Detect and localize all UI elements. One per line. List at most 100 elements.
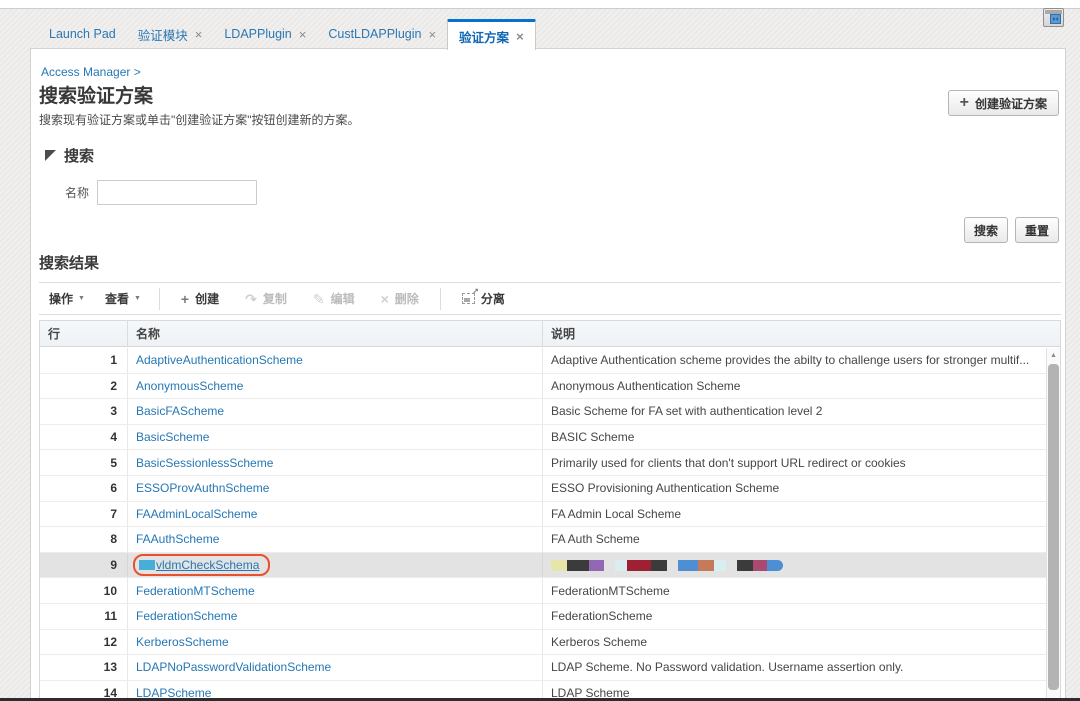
redaction-block <box>767 559 783 571</box>
chevron-down-icon: ▼ <box>78 295 85 302</box>
reset-button[interactable]: 重置 <box>1014 217 1059 243</box>
scheme-name-link[interactable]: FederationScheme <box>136 609 237 623</box>
scheme-name-link[interactable]: FAAuthScheme <box>136 532 219 546</box>
chevron-down-icon: ▼ <box>133 295 141 302</box>
tab-auth-schemes[interactable]: 验证方案 × <box>447 19 536 50</box>
name-wrap: BasicSessionlessScheme <box>136 456 273 470</box>
name-cell: vldmCheckSchema <box>128 552 543 578</box>
table-header-row: 行 名称 说明 <box>40 321 1060 347</box>
row-number: 5 <box>40 450 128 475</box>
name-cell: BasicScheme <box>128 424 543 450</box>
close-tab-icon[interactable]: × <box>195 28 203 41</box>
tab-label: CustLDAPPlugin <box>328 27 422 41</box>
tab-ldapplugin[interactable]: LDAPPlugin × <box>213 19 317 49</box>
scheme-name-link[interactable]: LDAPNoPasswordValidationScheme <box>136 660 331 674</box>
window-icon-glyph <box>1050 14 1061 24</box>
scrollbar-thumb[interactable] <box>1048 364 1059 690</box>
search-section-header[interactable]: 搜索 <box>45 145 94 166</box>
duplicate-icon: ↷ <box>245 290 257 307</box>
name-wrap: AdaptiveAuthenticationScheme <box>136 353 303 367</box>
redaction-block <box>627 559 651 571</box>
delete-button: × 删除 <box>368 290 432 307</box>
name-cell: LDAPNoPasswordValidationScheme <box>128 655 543 680</box>
scheme-name-link[interactable]: FAAdminLocalScheme <box>136 507 257 521</box>
name-wrap: AnonymousScheme <box>136 379 243 393</box>
table-row[interactable]: 2 AnonymousScheme Anonymous Authentication… <box>40 373 1060 400</box>
row-number: 11 <box>40 603 128 629</box>
redaction-block-group <box>551 559 604 571</box>
new-window-icon[interactable] <box>1043 8 1064 27</box>
vertical-scrollbar[interactable]: ▲ <box>1046 348 1060 701</box>
view-menu-label: 查看 <box>104 292 129 306</box>
search-results-title: 搜索结果 <box>39 255 100 272</box>
create-button[interactable]: + 创建 <box>168 290 232 307</box>
scroll-up-icon[interactable]: ▲ <box>1047 348 1060 363</box>
create-auth-scheme-button[interactable]: + 创建验证方案 <box>947 90 1059 116</box>
table-row[interactable]: 13 LDAPNoPasswordValidationScheme LDAP Sch… <box>40 655 1060 681</box>
redaction-block <box>698 559 714 571</box>
tab-label: 验证方案 <box>459 30 510 45</box>
scheme-description: FA Admin Local Scheme <box>551 506 682 521</box>
table-row[interactable]: 6 ESSOProvAuthnScheme ESSO Provisioning Au… <box>40 475 1060 502</box>
table-row[interactable]: 1 AdaptiveAuthenticationScheme Adaptive Au… <box>40 348 1060 374</box>
table-row[interactable]: 11 FederationScheme FederationScheme <box>40 603 1060 630</box>
name-input[interactable] <box>97 180 258 205</box>
scheme-description: Basic Scheme for FA set with authenticat… <box>551 404 823 419</box>
redaction-block <box>714 559 726 571</box>
redaction-block <box>651 559 667 571</box>
redaction-block-group <box>737 559 783 571</box>
results-table: 行 名称 说明 1 AdaptiveAuthenticationScheme Ada… <box>39 320 1061 701</box>
name-wrap: BasicScheme <box>136 430 209 444</box>
name-cell: BasicFAScheme <box>128 399 543 424</box>
scheme-name-link[interactable]: KerberosScheme <box>136 635 229 649</box>
table-row[interactable]: 10 FederationMTScheme FederationMTScheme <box>40 578 1060 604</box>
actions-menu-label: 操作 <box>49 292 74 306</box>
breadcrumb[interactable]: Access Manager > <box>41 65 141 79</box>
table-row[interactable]: 7 FAAdminLocalScheme FA Admin Local Scheme <box>40 501 1060 528</box>
edit-button-label: 编辑 <box>330 292 355 306</box>
toolbar-separator <box>439 287 441 310</box>
name-cell: AdaptiveAuthenticationScheme <box>128 348 543 373</box>
tab-launch-pad[interactable]: Launch Pad <box>38 19 127 49</box>
name-wrap: KerberosScheme <box>136 635 229 649</box>
row-number: 10 <box>40 578 128 603</box>
tab-auth-modules[interactable]: 验证模块 × <box>127 19 214 49</box>
name-cell: ESSOProvAuthnScheme <box>128 475 543 501</box>
edit-button: ✎ 编辑 <box>300 290 368 307</box>
tab-custldapplugin[interactable]: CustLDAPPlugin × <box>317 19 447 49</box>
column-header-name[interactable]: 名称 <box>128 321 543 346</box>
create-button-label: 创建 <box>195 292 220 306</box>
scheme-name-link[interactable]: ESSOProvAuthnScheme <box>136 481 269 495</box>
scheme-name-link[interactable]: AdaptiveAuthenticationScheme <box>136 353 303 367</box>
name-wrap: ESSOProvAuthnScheme <box>136 481 269 495</box>
close-tab-icon[interactable]: × <box>516 30 524 43</box>
detach-button-label: 分离 <box>480 292 505 306</box>
redaction-block <box>551 559 567 571</box>
search-button[interactable]: 搜索 <box>963 217 1008 243</box>
table-row[interactable]: 12 KerberosScheme Kerberos Scheme <box>40 629 1060 656</box>
scheme-description: Kerberos Scheme <box>551 634 648 649</box>
column-header-description[interactable]: 说明 <box>543 321 1060 346</box>
close-tab-icon[interactable]: × <box>428 28 436 41</box>
detach-button[interactable]: 分离 <box>449 287 518 307</box>
scheme-name-link[interactable]: vldmCheckSchema <box>156 558 259 572</box>
actions-menu[interactable]: 操作 ▼ <box>39 290 95 307</box>
table-row[interactable]: 3 BasicFAScheme Basic Scheme for FA set wi… <box>40 399 1060 425</box>
scheme-name-link[interactable]: BasicFAScheme <box>136 404 224 418</box>
page-subtitle: 搜索现有验证方案或单击"创建验证方案"按钮创建新的方案。 <box>39 113 360 127</box>
table-row[interactable]: 9 vldmCheckSchema <box>40 552 1060 579</box>
name-field-label: 名称 <box>65 186 90 200</box>
scheme-name-link[interactable]: BasicScheme <box>136 430 209 444</box>
table-row[interactable]: 8 FAAuthScheme FA Auth Scheme <box>40 527 1060 553</box>
scheme-name-link[interactable]: BasicSessionlessScheme <box>136 456 273 470</box>
table-row[interactable]: 5 BasicSessionlessScheme Primarily used fo… <box>40 450 1060 476</box>
column-header-row[interactable]: 行 <box>40 321 128 346</box>
scheme-name-link[interactable]: AnonymousScheme <box>136 379 243 393</box>
scheme-description: FA Auth Scheme <box>551 532 640 547</box>
view-menu[interactable]: 查看 ▼ <box>95 290 151 307</box>
name-wrap: FAAuthScheme <box>136 532 219 546</box>
scheme-name-link[interactable]: FederationMTScheme <box>136 584 255 598</box>
pencil-icon: ✎ <box>312 290 325 307</box>
close-tab-icon[interactable]: × <box>299 28 307 41</box>
table-row[interactable]: 4 BasicScheme BASIC Scheme <box>40 424 1060 451</box>
